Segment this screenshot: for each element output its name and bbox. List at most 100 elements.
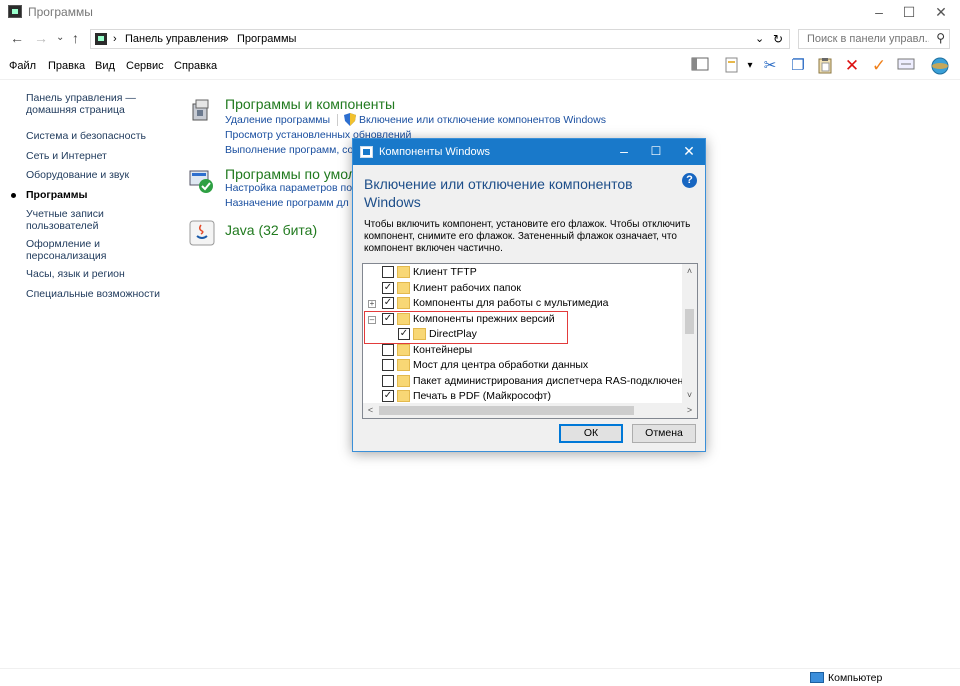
window-title: Программы [28, 5, 93, 19]
dialog-close-button[interactable]: ✕ [674, 139, 704, 165]
menu-edit[interactable]: Правка [48, 60, 85, 72]
properties-icon[interactable] [722, 57, 742, 75]
expand-icon[interactable]: + [368, 300, 376, 308]
close-button[interactable]: ✕ [924, 0, 958, 26]
breadcrumb-programs[interactable]: Программы [237, 33, 296, 45]
minimize-button[interactable]: – [862, 0, 896, 26]
scroll-down-icon[interactable]: ˅ [682, 388, 697, 403]
paste-icon[interactable] [815, 57, 835, 75]
dialog-maximize-button[interactable]: ☐ [641, 139, 671, 165]
folder-icon [397, 343, 410, 356]
cancel-button[interactable]: Отмена [632, 424, 696, 443]
dialog-title: Компоненты Windows [379, 146, 491, 158]
breadcrumb-separator: › [225, 33, 229, 45]
feature-checkbox[interactable] [382, 343, 394, 356]
refresh-icon[interactable]: ↻ [773, 32, 783, 46]
help-icon[interactable]: ? [682, 173, 697, 188]
feature-label: Пакет администрирования диспетчера RAS-п… [413, 374, 696, 387]
sidebar-home-link[interactable]: Панель управления — домашняя страница [26, 92, 176, 116]
cut-icon[interactable]: ✂ [760, 57, 780, 75]
recent-locations-button[interactable]: ⌄ [56, 32, 64, 43]
sidebar-item-clock[interactable]: Часы, язык и регион [26, 268, 176, 280]
windows-features-link[interactable]: Включение или отключение компонентов Win… [359, 114, 606, 126]
feature-row[interactable]: Мост для центра обработки данных [363, 358, 683, 373]
java-icon[interactable] [189, 220, 215, 249]
up-button[interactable]: ↑ [72, 30, 79, 46]
link-divider [337, 114, 338, 126]
search-box[interactable]: ⚲ [798, 29, 950, 49]
sidebar-item-network[interactable]: Сеть и Интернет [26, 150, 176, 162]
globe-icon[interactable] [930, 57, 950, 75]
feature-row[interactable]: Контейнеры [363, 343, 683, 358]
menu-view[interactable]: Вид [95, 60, 115, 72]
search-input[interactable] [799, 30, 929, 48]
maximize-button[interactable]: ☐ [892, 0, 926, 26]
check-icon[interactable]: ✓ [869, 57, 889, 75]
computer-icon [810, 672, 824, 683]
programs-icon[interactable] [190, 98, 214, 125]
rename-icon[interactable] [896, 57, 916, 75]
default-programs-section-title[interactable]: Программы по умол [225, 166, 356, 182]
windows-features-dialog: Компоненты Windows – ☐ ✕ Включение или о… [352, 138, 706, 452]
feature-checkbox[interactable]: ✓ [382, 297, 394, 309]
sidebar-item-security[interactable]: Система и безопасность [26, 130, 176, 142]
search-icon[interactable]: ⚲ [936, 31, 945, 45]
folder-icon [397, 374, 410, 387]
menu-service[interactable]: Сервис [126, 60, 164, 72]
run-old-programs-link[interactable]: Выполнение программ, со [225, 144, 353, 156]
panel-icon[interactable] [690, 57, 710, 75]
dialog-minimize-button[interactable]: – [609, 139, 639, 165]
feature-row[interactable]: Клиент TFTP [363, 265, 683, 280]
vertical-scrollbar[interactable]: ˄ ˅ [682, 264, 697, 403]
programs-section-title[interactable]: Программы и компоненты [225, 96, 395, 112]
breadcrumb-control-panel[interactable]: Панель управления [125, 33, 226, 45]
feature-row[interactable]: + ✓ Компоненты для работы с мультимедиа [363, 296, 683, 311]
address-bar[interactable]: › Панель управления › Программы ⌄ ↻ [90, 29, 790, 49]
sidebar-item-hardware[interactable]: Оборудование и звук [26, 169, 176, 181]
feature-row[interactable]: ✓ Печать в PDF (Майкрософт) [363, 389, 683, 404]
feature-checkbox[interactable] [382, 374, 394, 387]
feature-label: Клиент рабочих папок [413, 281, 521, 294]
default-settings-link[interactable]: Настройка параметров по у [225, 182, 360, 194]
associate-programs-link[interactable]: Назначение программ дл [225, 197, 349, 209]
feature-row[interactable]: ✓ Клиент рабочих папок [363, 281, 683, 296]
menu-file[interactable]: Файл [9, 60, 36, 72]
delete-icon[interactable]: ✕ [842, 57, 862, 75]
feature-checkbox[interactable]: ✓ [382, 390, 394, 402]
sidebar-item-programs[interactable]: Программы [26, 189, 176, 201]
default-programs-icon[interactable] [189, 168, 215, 197]
sidebar-item-appearance[interactable]: Оформление и персонализация [26, 238, 176, 262]
feature-checkbox[interactable] [382, 359, 394, 371]
ok-button[interactable]: ОК [559, 424, 623, 443]
feature-row[interactable]: Пакет администрирования диспетчера RAS-п… [363, 374, 695, 389]
folder-icon [397, 281, 410, 294]
feature-label: Контейнеры [413, 343, 473, 356]
menu-help[interactable]: Справка [174, 60, 217, 72]
scroll-up-icon[interactable]: ˄ [682, 264, 697, 279]
feature-label: Клиент TFTP [413, 266, 477, 278]
scroll-right-icon[interactable]: > [682, 403, 697, 418]
feature-checkbox[interactable] [382, 266, 394, 278]
forward-button[interactable]: → [34, 30, 48, 46]
scroll-left-icon[interactable]: < [363, 403, 378, 418]
sidebar-item-accounts[interactable]: Учетные записи пользователей [26, 208, 176, 232]
copy-icon[interactable]: ❐ [788, 57, 808, 75]
dialog-titlebar: Компоненты Windows – ☐ ✕ [353, 139, 705, 165]
feature-label: Компоненты для работы с мультимедиа [413, 297, 609, 309]
sidebar-item-accessibility[interactable]: Специальные возможности [26, 288, 176, 300]
back-button[interactable]: ← [10, 30, 24, 46]
horizontal-scrollbar[interactable]: < > [363, 403, 697, 418]
uninstall-program-link[interactable]: Удаление программы [225, 114, 330, 126]
shield-icon [344, 113, 356, 129]
java-section-title[interactable]: Java (32 бита) [225, 222, 317, 238]
dialog-description: Чтобы включить компонент, установите его… [364, 219, 691, 254]
dialog-heading: Включение или отключение компонентов Win… [364, 176, 633, 210]
vertical-scroll-thumb[interactable] [685, 309, 694, 334]
feature-checkbox[interactable]: ✓ [382, 281, 394, 294]
window-titlebar: Программы – ☐ ✕ [0, 0, 960, 26]
address-dropdown-icon[interactable]: ⌄ [755, 32, 764, 45]
horizontal-scroll-thumb[interactable] [379, 406, 634, 415]
windows-features-icon [360, 146, 373, 158]
properties-dropdown-icon[interactable]: ▾ [740, 57, 760, 75]
folder-icon [397, 359, 410, 371]
